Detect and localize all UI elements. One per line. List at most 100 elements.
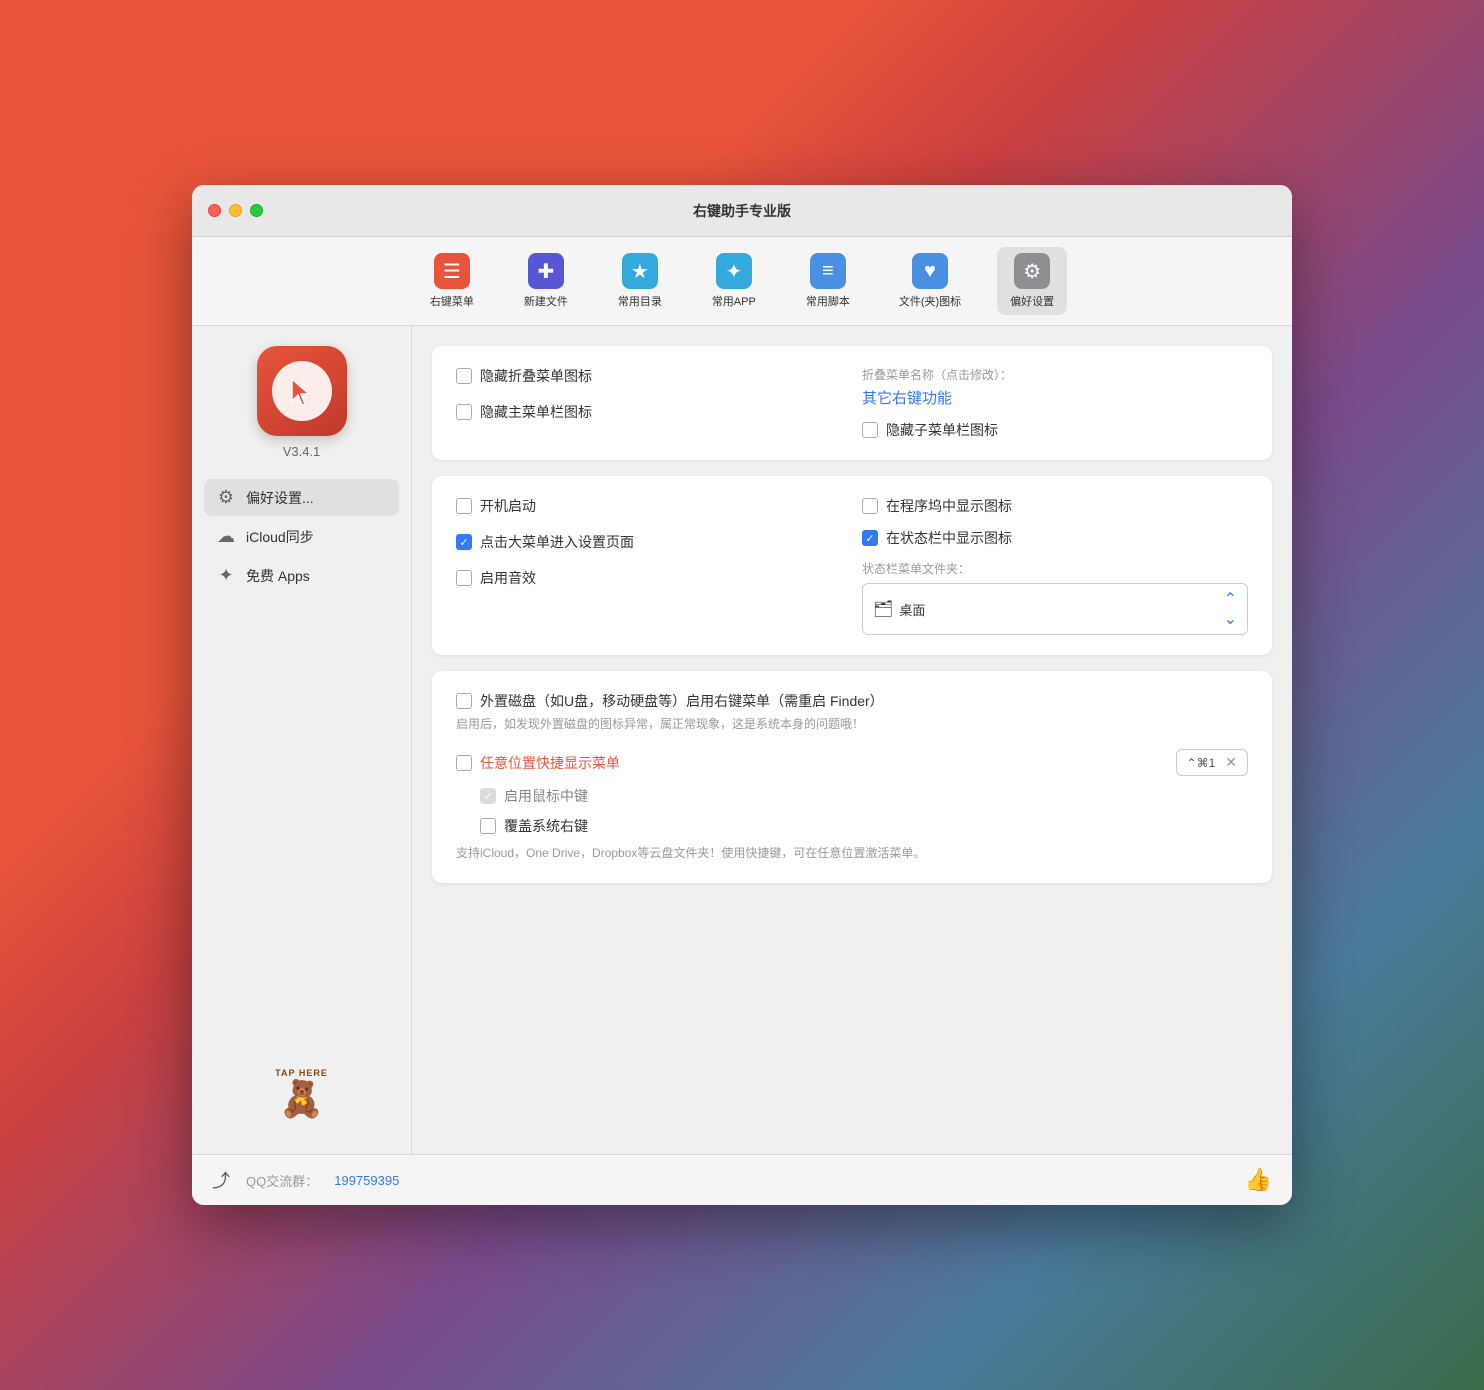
anywhere-label: 任意位置快捷显示菜单 (480, 753, 620, 773)
tap-here-label: TAP HERE (275, 1068, 328, 1078)
toolbar-item-new-file[interactable]: ✚ 新建文件 (511, 247, 581, 315)
file-folder-icon: ♥ (912, 253, 948, 289)
toolbar-label-common-script: 常用脚本 (806, 293, 850, 309)
toolbar-label-new-file: 新建文件 (524, 293, 568, 309)
content-area: V3.4.1 ⚙ 偏好设置... ☁ iCloud同步 ✦ 免费 Apps TA… (192, 326, 1292, 1154)
maximize-button[interactable] (250, 204, 263, 217)
hide-fold-icon-label: 隐藏折叠菜单图标 (480, 366, 592, 386)
sidebar-item-icloud[interactable]: ☁ iCloud同步 (204, 518, 399, 555)
hide-fold-icon-item[interactable]: 隐藏折叠菜单图标 (456, 366, 842, 386)
override-right-click-label: 覆盖系统右键 (504, 816, 588, 836)
click-main-checkbox[interactable]: ✓ (456, 534, 472, 550)
common-app-icon: ✦ (716, 253, 752, 289)
toolbar-item-file-folder[interactable]: ♥ 文件(夹)图标 (887, 247, 973, 315)
card1-row: 隐藏折叠菜单图标 隐藏主菜单栏图标 折叠菜单名称（点击修改）： 其它右键功能 (456, 366, 1248, 440)
toolbar-item-preferences[interactable]: ⚙ 偏好设置 (997, 247, 1067, 315)
click-main-item[interactable]: ✓ 点击大菜单进入设置页面 (456, 532, 842, 552)
free-apps-icon: ✦ (216, 565, 236, 586)
toolbar-label-common-app: 常用APP (712, 293, 756, 309)
hide-main-menu-icon-item[interactable]: 隐藏主菜单栏图标 (456, 402, 842, 422)
folder-name: 桌面 (899, 600, 925, 619)
startup-checkbox[interactable] (456, 498, 472, 514)
card1-left: 隐藏折叠菜单图标 隐藏主菜单栏图标 (456, 366, 842, 422)
toolbar-label-right-click-menu: 右键菜单 (430, 293, 474, 309)
toolbar-item-right-click-menu[interactable]: ☰ 右键菜单 (417, 247, 487, 315)
toolbar-item-common-app[interactable]: ✦ 常用APP (699, 247, 769, 315)
show-statusbar-checkbox[interactable]: ✓ (862, 530, 878, 546)
statusbar-folder-section: 状态栏菜单文件夹： 🗂 桌面 ⌃⌄ (862, 560, 1248, 635)
anywhere-checkbox[interactable] (456, 755, 472, 771)
folder-select-dropdown[interactable]: 🗂 桌面 ⌃⌄ (862, 583, 1248, 635)
sidebar: V3.4.1 ⚙ 偏好设置... ☁ iCloud同步 ✦ 免费 Apps TA… (192, 326, 412, 1154)
toolbar-item-common-script[interactable]: ≡ 常用脚本 (793, 247, 863, 315)
fold-name-section: 折叠菜单名称（点击修改）： 其它右键功能 (862, 366, 1248, 408)
statusbar-folder-label: 状态栏菜单文件夹： (862, 560, 1248, 577)
mouse-middle-item: ✓ 启用鼠标中键 (480, 786, 1248, 806)
fold-name-label: 折叠菜单名称（点击修改）： (862, 366, 1248, 383)
fold-name-value[interactable]: 其它右键功能 (862, 387, 1248, 408)
sidebar-label-free-apps: 免费 Apps (246, 566, 310, 586)
main-window: 右键助手专业版 ☰ 右键菜单 ✚ 新建文件 ★ 常用目录 ✦ 常用APP ≡ 常… (192, 185, 1292, 1205)
external-disk-item[interactable]: 外置磁盘（如U盘，移动硬盘等）启用右键菜单（需重启 Finder） (456, 691, 1248, 711)
hide-main-menu-icon-checkbox[interactable] (456, 404, 472, 420)
toolbar-item-common-dir[interactable]: ★ 常用目录 (605, 247, 675, 315)
card2-row: 开机启动 ✓ 点击大菜单进入设置页面 启用音效 (456, 496, 1248, 635)
startup-label: 开机启动 (480, 496, 536, 516)
common-dir-icon: ★ (622, 253, 658, 289)
override-right-click-checkbox[interactable] (480, 818, 496, 834)
sound-item[interactable]: 启用音效 (456, 568, 842, 588)
export-icon[interactable]: ⤴ (212, 1167, 230, 1193)
toolbar: ☰ 右键菜单 ✚ 新建文件 ★ 常用目录 ✦ 常用APP ≡ 常用脚本 ♥ 文件… (192, 237, 1292, 326)
new-file-icon: ✚ (528, 253, 564, 289)
preferences-sidebar-icon: ⚙ (216, 487, 236, 508)
show-statusbar-item[interactable]: ✓ 在状态栏中显示图标 (862, 528, 1248, 548)
sidebar-item-preferences[interactable]: ⚙ 偏好设置... (204, 479, 399, 516)
card-external-shortcut: 外置磁盘（如U盘，移动硬盘等）启用右键菜单（需重启 Finder） 启用后，如发… (432, 671, 1272, 883)
menu-icon: ☰ (434, 253, 470, 289)
anywhere-item[interactable]: 任意位置快捷显示菜单 (456, 753, 620, 773)
mouse-middle-label: 启用鼠标中键 (504, 786, 588, 806)
hide-submenu-icon-checkbox[interactable] (862, 422, 878, 438)
card2-right: 在程序坞中显示图标 ✓ 在状态栏中显示图标 状态栏菜单文件夹： 🗂 桌面 ⌃⌄ (862, 496, 1248, 635)
main-panel: 隐藏折叠菜单图标 隐藏主菜单栏图标 折叠菜单名称（点击修改）： 其它右键功能 (412, 326, 1292, 1154)
folder-select-arrow-icon: ⌃⌄ (1224, 589, 1237, 629)
external-disk-label: 外置磁盘（如U盘，移动硬盘等）启用右键菜单（需重启 Finder） (480, 691, 884, 711)
click-main-label: 点击大菜单进入设置页面 (480, 532, 634, 552)
traffic-lights (208, 204, 263, 217)
close-button[interactable] (208, 204, 221, 217)
tap-here-button[interactable]: TAP HERE 🧸 (262, 1054, 342, 1134)
startup-item[interactable]: 开机启动 (456, 496, 842, 516)
mascot-icon: 🧸 (279, 1078, 324, 1120)
hide-main-menu-icon-label: 隐藏主菜单栏图标 (480, 402, 592, 422)
hide-fold-icon-checkbox[interactable] (456, 368, 472, 384)
bottom-bar: ⤴ QQ交流群： 199759395 👍 (192, 1154, 1292, 1205)
sound-checkbox[interactable] (456, 570, 472, 586)
hide-submenu-icon-item[interactable]: 隐藏子菜单栏图标 (862, 420, 1248, 440)
minimize-button[interactable] (229, 204, 242, 217)
toolbar-label-preferences: 偏好设置 (1010, 293, 1054, 309)
sidebar-bottom: TAP HERE 🧸 (262, 1054, 342, 1134)
anywhere-row: 任意位置快捷显示菜单 ⌃⌘1 ✕ (456, 749, 1248, 776)
preferences-icon: ⚙ (1014, 253, 1050, 289)
sidebar-menu: ⚙ 偏好设置... ☁ iCloud同步 ✦ 免费 Apps (204, 479, 399, 594)
shortcut-keys: ⌃⌘1 (1187, 756, 1216, 770)
shortcut-display[interactable]: ⌃⌘1 ✕ (1176, 749, 1248, 776)
qq-label: QQ交流群： (246, 1171, 318, 1190)
external-disk-hint: 启用后，如发现外置磁盘的图标异常，属正常现象，这是系统本身的问题哦！ (456, 715, 1248, 733)
override-right-click-item[interactable]: 覆盖系统右键 (480, 816, 1248, 836)
hide-submenu-icon-label: 隐藏子菜单栏图标 (886, 420, 998, 440)
common-script-icon: ≡ (810, 253, 846, 289)
sidebar-item-free-apps[interactable]: ✦ 免费 Apps (204, 557, 399, 594)
shortcut-close-icon[interactable]: ✕ (1225, 754, 1237, 771)
show-dock-item[interactable]: 在程序坞中显示图标 (862, 496, 1248, 516)
toolbar-label-common-dir: 常用目录 (618, 293, 662, 309)
show-dock-label: 在程序坞中显示图标 (886, 496, 1012, 516)
show-dock-checkbox[interactable] (862, 498, 878, 514)
mouse-middle-checkbox: ✓ (480, 788, 496, 804)
qq-number[interactable]: 199759395 (334, 1173, 399, 1188)
like-button[interactable]: 👍 (1245, 1167, 1272, 1193)
sub-options: ✓ 启用鼠标中键 覆盖系统右键 (480, 786, 1248, 836)
sound-label: 启用音效 (480, 568, 536, 588)
external-disk-checkbox[interactable] (456, 693, 472, 709)
card2-left: 开机启动 ✓ 点击大菜单进入设置页面 启用音效 (456, 496, 842, 588)
